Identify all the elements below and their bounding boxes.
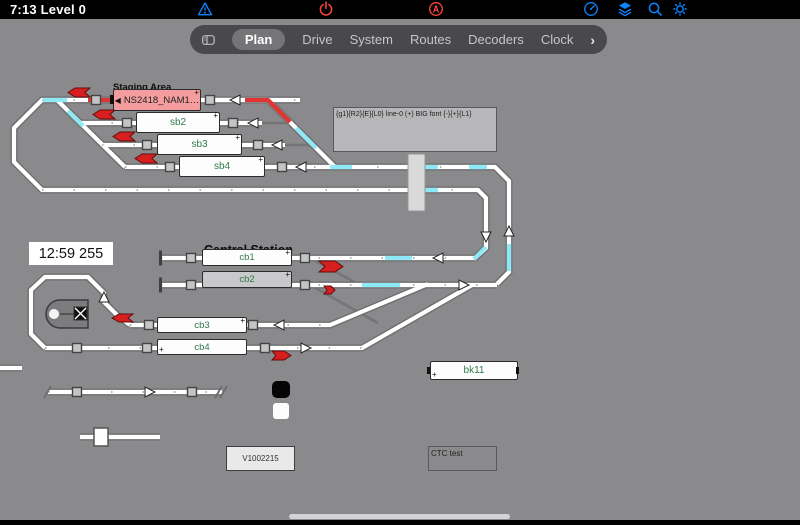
track-plan: Staging Area Central Station ◀ NS2418_NA… [0,19,800,520]
accessory-v1002215[interactable]: V1002215 [226,446,295,471]
block-cb1[interactable]: cb1 + [202,249,292,266]
bridge-element[interactable] [408,154,425,211]
ctc-test-box[interactable]: CTC test [428,446,497,471]
block-sb2[interactable]: sb2 + [136,112,220,133]
horizontal-scrollbar[interactable] [289,514,510,519]
block-corner-marker: + [159,345,164,355]
power-icon[interactable] [318,1,334,17]
block-cb3[interactable]: cb3 + [157,317,247,333]
status-bar: 7:13 Level 0 [0,0,800,19]
search-icon[interactable] [647,1,663,17]
block-sb4[interactable]: sb4 + [179,156,265,177]
block-corner-marker: + [213,111,218,121]
block-edge-notch [427,367,430,374]
ctc-label: CTC test [431,449,463,458]
accessory-button-light[interactable] [273,403,289,419]
info-text-box[interactable]: {g1}{R2}{E}{L0} line-0 (+) BIG font {-}{… [333,107,497,152]
block-label: cb2 [239,274,254,285]
block-label: cb3 [194,320,209,331]
block-label: sb2 [170,117,186,128]
block-cb4[interactable]: cb4 + [157,339,247,355]
block-corner-marker: + [235,133,240,143]
block-bk11[interactable]: bk11 + [430,361,518,380]
block-sb3[interactable]: sb3 + [157,134,242,155]
block-corner-marker: + [258,155,263,165]
fast-clock-value: 12:59 255 [39,246,104,262]
gear-icon[interactable] [672,1,688,17]
accessory-label: V1002215 [242,454,278,463]
bottom-edge [0,520,800,525]
block-edge-notch [516,367,519,374]
info-text: {g1}{R2}{E}{L0} line-0 (+) BIG font {-}{… [336,111,471,118]
block-corner-marker: + [194,88,199,98]
block-corner-marker: + [432,370,437,380]
buffer-stop [159,278,162,293]
block-corner-marker: + [240,316,245,326]
fast-clock[interactable]: 12:59 255 [29,242,113,265]
block-cb2[interactable]: cb2 + [202,271,292,288]
train-direction-icon: ◀ [115,96,121,105]
block-corner-marker: + [285,270,290,280]
block-sb1[interactable]: ◀ NS2418_NAM1… + [113,89,201,111]
block-label: sb4 [214,161,230,172]
turntable-light [49,309,59,319]
block-corner-marker: + [285,248,290,258]
buffer-stop [159,251,162,266]
switch-slider[interactable] [94,428,108,446]
info-gauge-icon[interactable] [583,1,599,17]
accessory-button-dark[interactable] [272,381,290,398]
block-label: sb3 [191,139,207,150]
warning-triangle-icon[interactable] [197,1,213,17]
auto-stop-icon[interactable] [428,1,444,17]
turntable-symbol[interactable] [46,300,88,328]
layers-icon[interactable] [617,1,633,17]
app-screen: 7:13 Level 0 [0,0,800,525]
block-label: cb4 [194,342,209,353]
block-label: bk11 [464,365,485,376]
block-label: cb1 [239,252,254,263]
block-label: NS2418_NAM1… [124,95,200,106]
block-edge-notch [110,95,114,104]
status-title: 7:13 Level 0 [10,2,86,17]
